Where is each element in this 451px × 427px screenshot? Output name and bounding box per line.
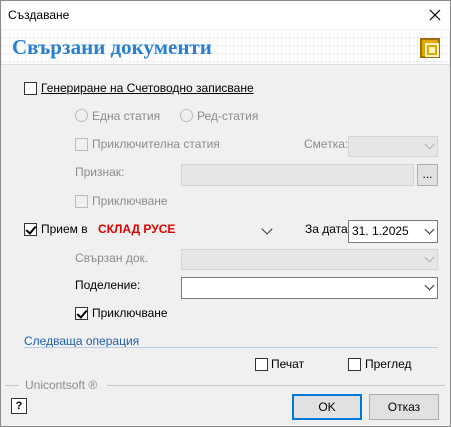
print-checkbox[interactable] bbox=[255, 358, 268, 371]
account-dropdown[interactable] bbox=[348, 136, 438, 157]
generate-accounting-checkbox[interactable] bbox=[24, 82, 37, 95]
date-label: За дата: bbox=[305, 222, 352, 236]
title-bar: Създаване bbox=[1, 1, 450, 29]
dialog-header: Свързани документи bbox=[1, 29, 450, 65]
receipt-checkbox[interactable] bbox=[24, 223, 37, 236]
receipt-label: Прием в bbox=[41, 222, 88, 236]
receipt-closing-checkbox[interactable] bbox=[75, 307, 88, 320]
chevron-down-icon bbox=[424, 139, 435, 149]
receipt-closing-label: Приключване bbox=[92, 306, 168, 320]
date-value: 31. 1.2025 bbox=[352, 224, 409, 238]
window-title: Създаване bbox=[8, 8, 70, 22]
sign-field[interactable] bbox=[181, 164, 414, 186]
accounting-closing-checkbox[interactable] bbox=[75, 195, 88, 208]
preview-checkbox[interactable] bbox=[348, 358, 361, 371]
linked-doc-dropdown[interactable] bbox=[181, 249, 438, 270]
sign-browse-button[interactable]: ... bbox=[417, 164, 438, 186]
accounting-closing-label: Приключване bbox=[92, 194, 168, 208]
date-picker[interactable]: 31. 1.2025 bbox=[348, 220, 438, 243]
closing-article-checkbox[interactable] bbox=[75, 138, 88, 151]
footer-divider-right bbox=[107, 385, 445, 386]
sign-label: Признак: bbox=[75, 165, 125, 179]
account-label: Сметка: bbox=[304, 137, 349, 151]
division-dropdown[interactable] bbox=[181, 277, 438, 299]
one-article-label: Една статия bbox=[92, 109, 161, 123]
chevron-down-icon bbox=[424, 252, 435, 262]
next-operation-divider bbox=[24, 347, 438, 348]
linked-doc-label: Свързан док. bbox=[75, 251, 149, 265]
next-operation-link[interactable]: Следваща операция bbox=[24, 334, 139, 348]
print-label: Печат bbox=[271, 357, 305, 371]
document-icon bbox=[420, 38, 440, 58]
closing-article-label: Приключителна статия bbox=[92, 137, 220, 151]
row-article-radio[interactable] bbox=[180, 109, 193, 122]
division-label: Поделение: bbox=[75, 278, 141, 292]
chevron-down-icon bbox=[424, 280, 435, 291]
generate-accounting-label[interactable]: Генериране на Счетоводно записване bbox=[41, 81, 254, 95]
chevron-down-icon bbox=[424, 224, 435, 234]
create-dialog: Създаване Свързани документи Генериране … bbox=[0, 0, 451, 427]
cancel-button[interactable]: Отказ bbox=[369, 394, 439, 420]
ok-button[interactable]: OK bbox=[292, 394, 362, 420]
footer-divider-left bbox=[5, 385, 19, 386]
chevron-down-icon[interactable] bbox=[261, 223, 273, 235]
page-title: Свързани документи bbox=[12, 35, 212, 59]
brand-label: Unicontsoft ® bbox=[25, 378, 98, 392]
help-icon[interactable]: ? bbox=[11, 398, 27, 414]
row-article-label: Ред-статия bbox=[197, 109, 259, 123]
close-icon[interactable] bbox=[421, 3, 449, 27]
preview-label: Преглед bbox=[365, 357, 412, 371]
one-article-radio[interactable] bbox=[75, 109, 88, 122]
warehouse-name[interactable]: СКЛАД РУСЕ bbox=[98, 222, 175, 236]
